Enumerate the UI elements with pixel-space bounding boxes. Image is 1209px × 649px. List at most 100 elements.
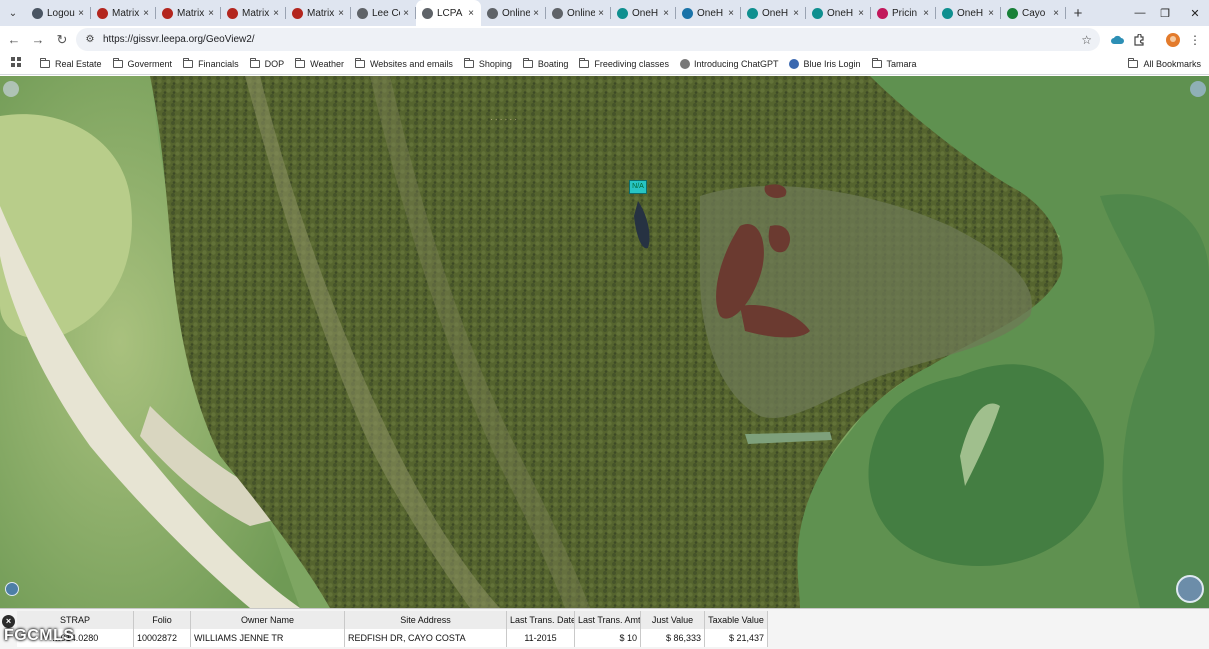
tab-close-icon[interactable]: × (75, 8, 87, 19)
parcel-marker[interactable]: N/A (629, 180, 647, 194)
favicon-icon (162, 7, 173, 19)
back-icon[interactable]: ← (2, 28, 26, 52)
site-settings-icon[interactable]: ⚙ (80, 34, 100, 45)
map-tool-icon[interactable] (1190, 81, 1206, 97)
browser-tab[interactable]: Cayo × (1001, 0, 1066, 26)
bookmark-item[interactable]: Tamara (871, 57, 917, 69)
browser-tab[interactable]: Pricin × (871, 0, 936, 26)
table-row[interactable]: …014.0280 10002872 WILLIAMS JENNE TR RED… (17, 629, 768, 647)
tab-close-icon[interactable]: × (530, 8, 542, 19)
cell-taxable-value[interactable]: $ 21,437 (705, 629, 768, 647)
globe-icon[interactable] (5, 582, 19, 596)
bookmark-item[interactable]: Boating (522, 57, 568, 69)
column-header[interactable]: Site Address (345, 611, 507, 629)
bookmark-label: Financials (198, 58, 239, 69)
browser-tab[interactable]: OneH × (611, 0, 676, 26)
column-header[interactable]: Taxable Value (705, 611, 768, 629)
tab-close-icon[interactable]: × (140, 8, 152, 19)
url-text[interactable]: https://gissvr.leepa.org/GeoView2/ (103, 34, 255, 45)
browser-tab[interactable]: Online × (481, 0, 546, 26)
browser-tab[interactable]: OneH × (806, 0, 871, 26)
cell-folio[interactable]: 10002872 (134, 629, 191, 647)
cell-trans-amt[interactable]: $ 10 (575, 629, 641, 647)
tab-close-icon[interactable]: × (855, 8, 867, 19)
column-header[interactable]: Folio (134, 611, 191, 629)
browser-tab[interactable]: OneH × (741, 0, 806, 26)
tab-label: OneH (632, 7, 659, 19)
browser-tab[interactable]: Matrix × (156, 0, 221, 26)
bookmark-item[interactable]: Financials (183, 57, 239, 69)
browser-tab[interactable]: Lee Co× (351, 0, 416, 26)
menu-dots-icon[interactable]: ⋮ (1184, 26, 1206, 53)
column-header[interactable]: Owner Name (191, 611, 345, 629)
column-header[interactable]: Last Trans. Date (507, 611, 575, 629)
column-header[interactable]: Last Trans. Amt (575, 611, 641, 629)
bookmark-item[interactable]: Introducing ChatGPT (679, 58, 779, 69)
bookmark-item[interactable]: Freediving classes (579, 57, 669, 69)
folder-icon (354, 57, 365, 68)
browser-tab[interactable]: OneH × (936, 0, 1001, 26)
tab-close-icon[interactable]: × (920, 8, 932, 19)
cell-just-value[interactable]: $ 86,333 (641, 629, 705, 647)
folder-icon (112, 57, 123, 68)
bookmark-item[interactable]: Real Estate (40, 57, 102, 69)
column-header[interactable]: Just Value (641, 611, 705, 629)
all-bookmarks-button[interactable]: All Bookmarks (1128, 53, 1201, 75)
reload-icon[interactable]: ↻ (50, 28, 74, 52)
bookmark-item[interactable]: Blue Iris Login (789, 58, 861, 69)
tab-label: Matrix (112, 7, 140, 19)
map-home-icon[interactable] (3, 81, 19, 97)
favicon-icon (552, 7, 563, 19)
tab-label: LCPA (437, 7, 463, 19)
tab-close-icon[interactable]: × (270, 8, 282, 19)
bookmark-item[interactable]: Shoping (463, 57, 512, 69)
apps-grid-icon[interactable] (0, 57, 32, 70)
bookmark-item[interactable]: Weather (295, 57, 344, 69)
browser-tab[interactable]: OneH × (676, 0, 741, 26)
bookmark-label: Shoping (478, 58, 512, 69)
extensions-icon[interactable] (1128, 26, 1150, 53)
bookmark-label: Real Estate (55, 58, 102, 69)
tab-search-icon[interactable]: ⌄ (0, 0, 26, 26)
favicon-icon (617, 7, 628, 19)
new-tab-button[interactable]: + (1066, 0, 1090, 26)
browser-tab[interactable]: LCPA × (416, 0, 481, 26)
compass-icon[interactable] (1176, 575, 1204, 603)
bookmark-item[interactable]: Websites and emails (354, 57, 453, 69)
tab-close-icon[interactable]: × (595, 8, 607, 19)
profile-avatar[interactable] (1162, 26, 1184, 53)
extension-cloud-icon[interactable] (1106, 26, 1128, 53)
cell-address[interactable]: REDFISH DR, CAYO COSTA (345, 629, 507, 647)
tab-close-icon[interactable]: × (400, 8, 412, 19)
tab-label: Matrix (242, 7, 270, 19)
restore-button[interactable]: ❐ (1150, 0, 1180, 26)
cell-owner[interactable]: WILLIAMS JENNE TR (191, 629, 345, 647)
bookmark-star-icon[interactable]: ☆ (1081, 33, 1092, 47)
close-window-button[interactable]: ✕ (1180, 0, 1209, 26)
tab-close-icon[interactable]: × (465, 8, 477, 19)
bookmark-item[interactable]: DOP (249, 57, 284, 69)
bookmark-item[interactable]: Goverment (112, 57, 172, 69)
browser-tab[interactable]: Matrix × (286, 0, 351, 26)
bookmark-label: Websites and emails (369, 58, 453, 69)
bookmark-list: Real Estate Goverment Financials DOP Weather… (40, 57, 928, 69)
browser-tab[interactable]: Matrix × (221, 0, 286, 26)
tab-close-icon[interactable]: × (1050, 8, 1062, 19)
address-bar[interactable]: ⚙ https://gissvr.leepa.org/GeoView2/ ☆ (76, 28, 1100, 51)
favicon-icon (877, 7, 888, 19)
cell-trans-date[interactable]: 11-2015 (507, 629, 575, 647)
tab-close-icon[interactable]: × (205, 8, 217, 19)
browser-tab[interactable]: Logou × (26, 0, 91, 26)
bookmark-label: Introducing ChatGPT (693, 58, 779, 69)
tab-close-icon[interactable]: × (335, 8, 347, 19)
tab-close-icon[interactable]: × (790, 8, 802, 19)
forward-icon[interactable]: → (26, 28, 50, 52)
tab-close-icon[interactable]: × (660, 8, 672, 19)
favicon-icon (942, 7, 953, 19)
tab-close-icon[interactable]: × (985, 8, 997, 19)
browser-tab[interactable]: Online × (546, 0, 611, 26)
folder-icon (40, 57, 50, 68)
tab-close-icon[interactable]: × (725, 8, 737, 19)
browser-tab[interactable]: Matrix × (91, 0, 156, 26)
aerial-map[interactable]: · · · · · · N/A (0, 76, 1209, 608)
